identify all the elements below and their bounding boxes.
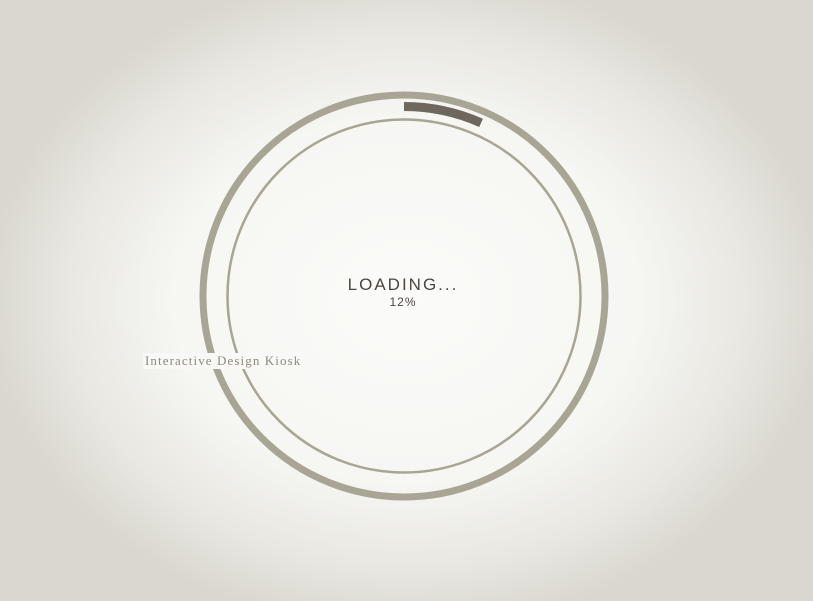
kiosk-title: Interactive Design Kiosk: [143, 353, 304, 369]
loading-screen: { "loading": { "label": "LOADING...", "p…: [0, 0, 813, 601]
loading-label: LOADING...: [347, 275, 459, 294]
loading-percent: 12%: [389, 295, 417, 309]
